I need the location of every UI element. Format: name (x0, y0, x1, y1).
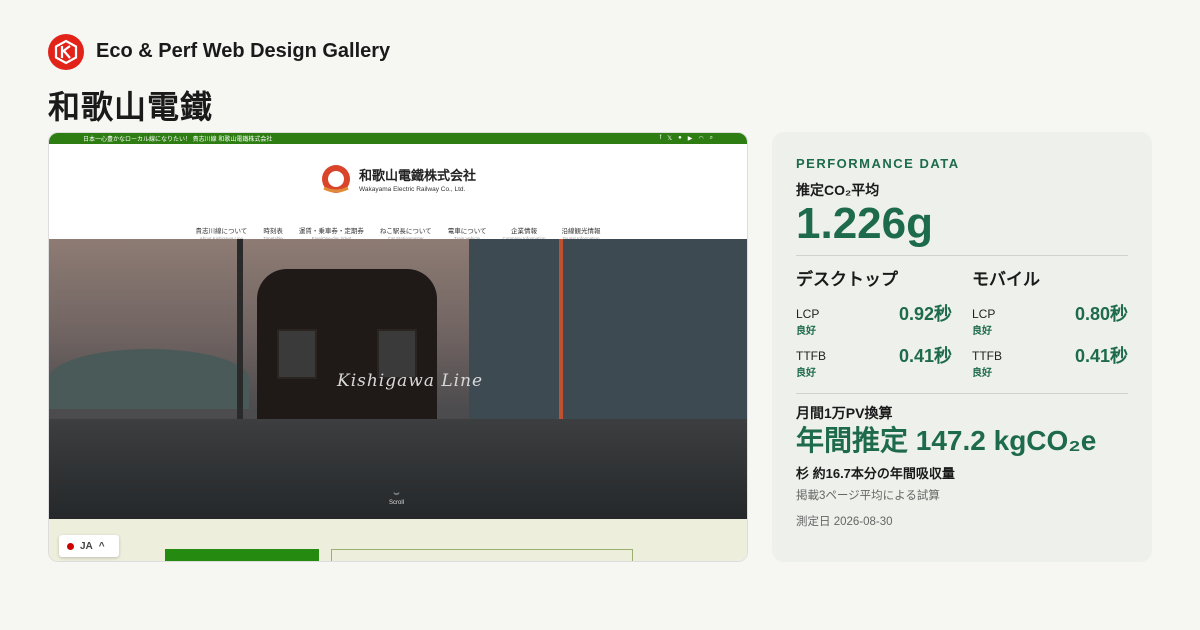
annual-estimate: 年間推定 147.2 kgCO₂e (796, 425, 1097, 456)
page-title: 和歌山電鐵 (48, 89, 214, 125)
facebook-icon: f (659, 135, 662, 141)
japan-flag-icon (67, 542, 74, 550)
monthly-label: 月間1万PV換算 (796, 405, 893, 421)
metric-value: 0.41秒 (898, 346, 952, 366)
metric-row: LCP 良好 0.80秒 (972, 300, 1128, 342)
chevron-down-icon: ︾ (393, 494, 400, 500)
metric-row: TTFB 良好 0.41秒 (796, 342, 952, 384)
language-switcher[interactable]: JA ^ (59, 535, 119, 557)
divider (796, 393, 1128, 394)
content-area: JA ^ (49, 519, 747, 561)
desktop-metrics: デスクトップ LCP 良好 0.92秒 TTFB 良好 0.41秒 (796, 265, 952, 384)
metric-row: TTFB 良好 0.41秒 (972, 342, 1128, 384)
outlined-box (331, 549, 633, 561)
divider (796, 255, 1128, 256)
mobile-metrics: モバイル LCP 良好 0.80秒 TTFB 良好 0.41秒 (972, 265, 1128, 384)
language-label: JA (80, 540, 93, 552)
desktop-heading: デスクトップ (796, 270, 898, 289)
metric-row: LCP 良好 0.92秒 (796, 300, 952, 342)
company-name-en: Wakayama Electric Railway Co., Ltd. (359, 186, 466, 193)
site-title[interactable]: Eco & Perf Web Design Gallery (96, 40, 390, 63)
x-icon: 𝕏 (667, 136, 673, 142)
measured-date: 測定日 2026-08-30 (796, 516, 893, 529)
scroll-indicator: ︾ Scroll (389, 491, 404, 506)
performance-panel: PERFORMANCE DATA 推定CO₂平均 1.226g デスクトップ L… (772, 132, 1152, 562)
metric-value: 0.80秒 (1074, 304, 1128, 324)
chevron-up-icon: ^ (98, 540, 105, 552)
screenshot-header: 和歌山電鐵株式会社 Wakayama Electric Railway Co.,… (49, 144, 747, 241)
metric-value: 0.41秒 (1074, 346, 1128, 366)
status-badge: 良好 (972, 368, 992, 379)
social-icons: f 𝕏 ● ▶ ◠ ⌕ (660, 135, 713, 142)
line-icon: ● (678, 135, 682, 141)
co2-value: 1.226g (796, 199, 933, 248)
station-building (469, 239, 747, 439)
metric-value: 0.92秒 (898, 304, 952, 324)
status-badge: 良好 (796, 368, 816, 379)
station-pillar (559, 239, 563, 419)
hero-photo: Kishigawa Line ︾ Scroll (49, 239, 747, 519)
co2-label: 推定CO₂平均 (796, 182, 880, 198)
train-window (277, 329, 317, 379)
screenshot-topbar: 日本一心豊かなローカル線になりたい！ 貴志川線 和歌山電鐵株式会社 f 𝕏 ● … (49, 133, 747, 144)
hero-title: Kishigawa Line (337, 371, 484, 391)
calc-note: 掲載3ページ平均による試算 (796, 490, 940, 503)
status-badge: 良好 (796, 326, 816, 337)
company-brand: 和歌山電鐵株式会社 Wakayama Electric Railway Co.,… (319, 162, 476, 196)
mobile-heading: モバイル (972, 270, 1040, 289)
company-logo-icon (322, 165, 350, 193)
youtube-icon: ▶ (687, 136, 693, 142)
site-screenshot[interactable]: 日本一心豊かなローカル線になりたい！ 貴志川線 和歌山電鐵株式会社 f 𝕏 ● … (48, 132, 748, 562)
status-badge: 良好 (972, 326, 992, 337)
search-icon: ⌕ (709, 135, 713, 141)
company-name-jp: 和歌山電鐵株式会社 (359, 168, 477, 183)
rss-icon: ◠ (698, 136, 704, 142)
gallery-logo-icon (48, 34, 84, 70)
tree-equivalent: 杉 約16.7本分の年間吸収量 (796, 466, 955, 482)
topbar-text: 日本一心豊かなローカル線になりたい！ 貴志川線 和歌山電鐵株式会社 (83, 137, 273, 143)
performance-heading: PERFORMANCE DATA (796, 156, 960, 171)
hills (49, 349, 249, 409)
green-button (165, 549, 319, 561)
